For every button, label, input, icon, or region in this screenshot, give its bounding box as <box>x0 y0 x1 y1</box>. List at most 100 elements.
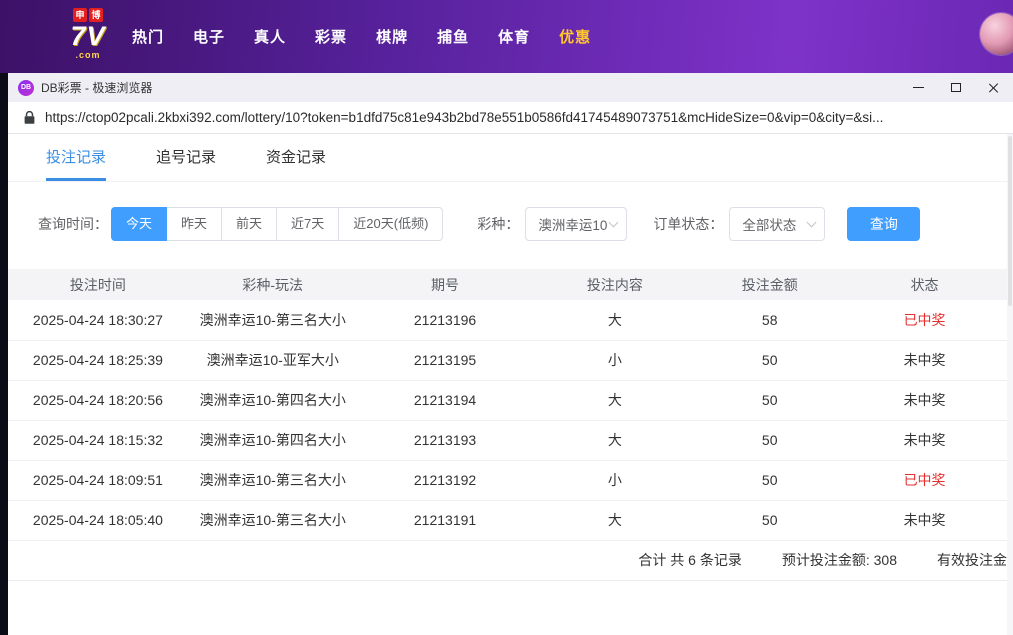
nav-item-hot[interactable]: 热门 <box>132 26 164 47</box>
window-title-bar: DB DB彩票 - 极速浏览器 <box>8 73 1013 102</box>
lottery-type-label: 彩种： <box>477 214 519 234</box>
cell-status: 已中奖 <box>842 300 1007 340</box>
address-bar[interactable]: https://ctop02pcali.2kbxi392.com/lottery… <box>8 102 1013 134</box>
cell-status: 已中奖 <box>842 460 1007 500</box>
time-option-7days[interactable]: 近7天 <box>276 207 339 241</box>
cell-bet-time: 2025-04-24 18:15:32 <box>8 420 188 460</box>
lottery-type-select[interactable]: 澳洲幸运10 <box>525 207 627 241</box>
close-button[interactable] <box>975 73 1013 102</box>
nav-item-promos[interactable]: 优惠 <box>559 26 591 47</box>
time-option-20days[interactable]: 近20天(低频) <box>338 207 443 241</box>
table-row: 2025-04-24 18:30:27 澳洲幸运10-第三名大小 2121319… <box>8 300 1007 340</box>
order-status-select[interactable]: 全部状态 <box>729 207 825 241</box>
nav-item-live[interactable]: 真人 <box>254 26 286 47</box>
header-play-type: 彩种-玩法 <box>188 269 358 300</box>
cell-bet-time: 2025-04-24 18:09:51 <box>8 460 188 500</box>
window-title: DB彩票 - 极速浏览器 <box>41 79 152 96</box>
header-issue: 期号 <box>358 269 533 300</box>
table-row: 2025-04-24 18:15:32 澳洲幸运10-第四名大小 2121319… <box>8 420 1007 460</box>
chevron-down-icon <box>807 217 817 227</box>
user-avatar[interactable] <box>980 13 1013 55</box>
cell-content: 大 <box>532 500 697 540</box>
time-option-yesterday[interactable]: 昨天 <box>166 207 222 241</box>
cell-status: 未中奖 <box>842 380 1007 420</box>
cell-amount: 50 <box>697 420 842 460</box>
cell-play-type: 澳洲幸运10-第三名大小 <box>188 500 358 540</box>
cell-issue: 21213192 <box>358 460 533 500</box>
maximize-icon <box>951 83 961 92</box>
cell-amount: 50 <box>697 340 842 380</box>
browser-window: DB DB彩票 - 极速浏览器 https://ctop02pcali.2kbx… <box>8 73 1013 635</box>
cell-status: 未中奖 <box>842 340 1007 380</box>
close-icon <box>988 82 1000 94</box>
summary-expected-amount: 预计投注金额: 308 <box>782 550 897 570</box>
cell-play-type: 澳洲幸运10-亚军大小 <box>188 340 358 380</box>
cell-amount: 50 <box>697 380 842 420</box>
cell-play-type: 澳洲幸运10-第四名大小 <box>188 420 358 460</box>
cell-status: 未中奖 <box>842 500 1007 540</box>
window-controls <box>899 73 1013 102</box>
cell-bet-time: 2025-04-24 18:20:56 <box>8 380 188 420</box>
vertical-scrollbar[interactable] <box>1007 134 1013 635</box>
cell-bet-time: 2025-04-24 18:05:40 <box>8 500 188 540</box>
cell-bet-time: 2025-04-24 18:25:39 <box>8 340 188 380</box>
table-row: 2025-04-24 18:05:40 澳洲幸运10-第三名大小 2121319… <box>8 500 1007 540</box>
table-row: 2025-04-24 18:09:51 澳洲幸运10-第三名大小 2121319… <box>8 460 1007 500</box>
chevron-down-icon <box>609 217 619 227</box>
site-nav-menu: 热门 电子 真人 彩票 棋牌 捕鱼 体育 优惠 <box>132 0 591 73</box>
time-option-daybefore[interactable]: 前天 <box>221 207 277 241</box>
logo-main-text: 7V <box>62 22 114 51</box>
site-logo[interactable]: 申 博 7V .com <box>62 8 114 60</box>
logo-tile-2: 博 <box>89 8 103 22</box>
table-row: 2025-04-24 18:25:39 澳洲幸运10-亚军大小 21213195… <box>8 340 1007 380</box>
order-status-label: 订单状态： <box>653 214 723 234</box>
site-top-bar: 申 博 7V .com 热门 电子 真人 彩票 棋牌 捕鱼 体育 优惠 <box>0 0 1013 73</box>
summary-bar: 合计 共 6 条记录 预计投注金额: 308 有效投注金额 <box>8 541 1013 581</box>
minimize-button[interactable] <box>899 73 937 102</box>
url-text: https://ctop02pcali.2kbxi392.com/lottery… <box>45 110 883 125</box>
maximize-button[interactable] <box>937 73 975 102</box>
cell-content: 大 <box>532 300 697 340</box>
logo-sub-text: .com <box>62 51 114 60</box>
nav-item-fishing[interactable]: 捕鱼 <box>437 26 469 47</box>
time-option-today[interactable]: 今天 <box>111 207 167 241</box>
tab-fund-records[interactable]: 资金记录 <box>266 134 326 181</box>
cell-issue: 21213193 <box>358 420 533 460</box>
time-range-group: 今天 昨天 前天 近7天 近20天(低频) <box>111 207 443 241</box>
bet-records-table: 投注时间 彩种-玩法 期号 投注内容 投注金额 状态 2025-04-24 18… <box>8 269 1013 541</box>
query-time-label: 查询时间： <box>38 214 108 234</box>
cell-amount: 50 <box>697 500 842 540</box>
tab-bet-records[interactable]: 投注记录 <box>46 134 106 181</box>
logo-tiles: 申 博 <box>62 8 114 22</box>
table-row: 2025-04-24 18:20:56 澳洲幸运10-第四名大小 2121319… <box>8 380 1007 420</box>
page-content: 投注记录 追号记录 资金记录 查询时间： 今天 昨天 前天 近7天 近20天(低… <box>8 134 1013 635</box>
cell-issue: 21213191 <box>358 500 533 540</box>
summary-valid-amount-label: 有效投注金额 <box>937 550 1013 570</box>
scrollbar-thumb[interactable] <box>1008 136 1012 306</box>
cell-amount: 50 <box>697 460 842 500</box>
order-status-value: 全部状态 <box>742 214 796 234</box>
cell-content: 小 <box>532 340 697 380</box>
cell-issue: 21213194 <box>358 380 533 420</box>
header-amount: 投注金额 <box>697 269 842 300</box>
lottery-type-value: 澳洲幸运10 <box>538 214 607 234</box>
cell-play-type: 澳洲幸运10-第三名大小 <box>188 460 358 500</box>
logo-tile-1: 申 <box>73 8 87 22</box>
nav-item-slots[interactable]: 电子 <box>193 26 225 47</box>
cell-issue: 21213196 <box>358 300 533 340</box>
header-bet-time: 投注时间 <box>8 269 188 300</box>
browser-app-icon: DB <box>18 80 34 96</box>
lock-icon <box>24 111 35 125</box>
cell-amount: 58 <box>697 300 842 340</box>
cell-bet-time: 2025-04-24 18:30:27 <box>8 300 188 340</box>
header-status: 状态 <box>842 269 1007 300</box>
tab-chase-records[interactable]: 追号记录 <box>156 134 216 181</box>
minimize-icon <box>913 87 924 88</box>
search-button[interactable]: 查询 <box>847 207 920 241</box>
nav-item-cards[interactable]: 棋牌 <box>376 26 408 47</box>
nav-item-sports[interactable]: 体育 <box>498 26 530 47</box>
table-header-row: 投注时间 彩种-玩法 期号 投注内容 投注金额 状态 <box>8 269 1007 300</box>
cell-content: 小 <box>532 460 697 500</box>
cell-status: 未中奖 <box>842 420 1007 460</box>
nav-item-lottery[interactable]: 彩票 <box>315 26 347 47</box>
